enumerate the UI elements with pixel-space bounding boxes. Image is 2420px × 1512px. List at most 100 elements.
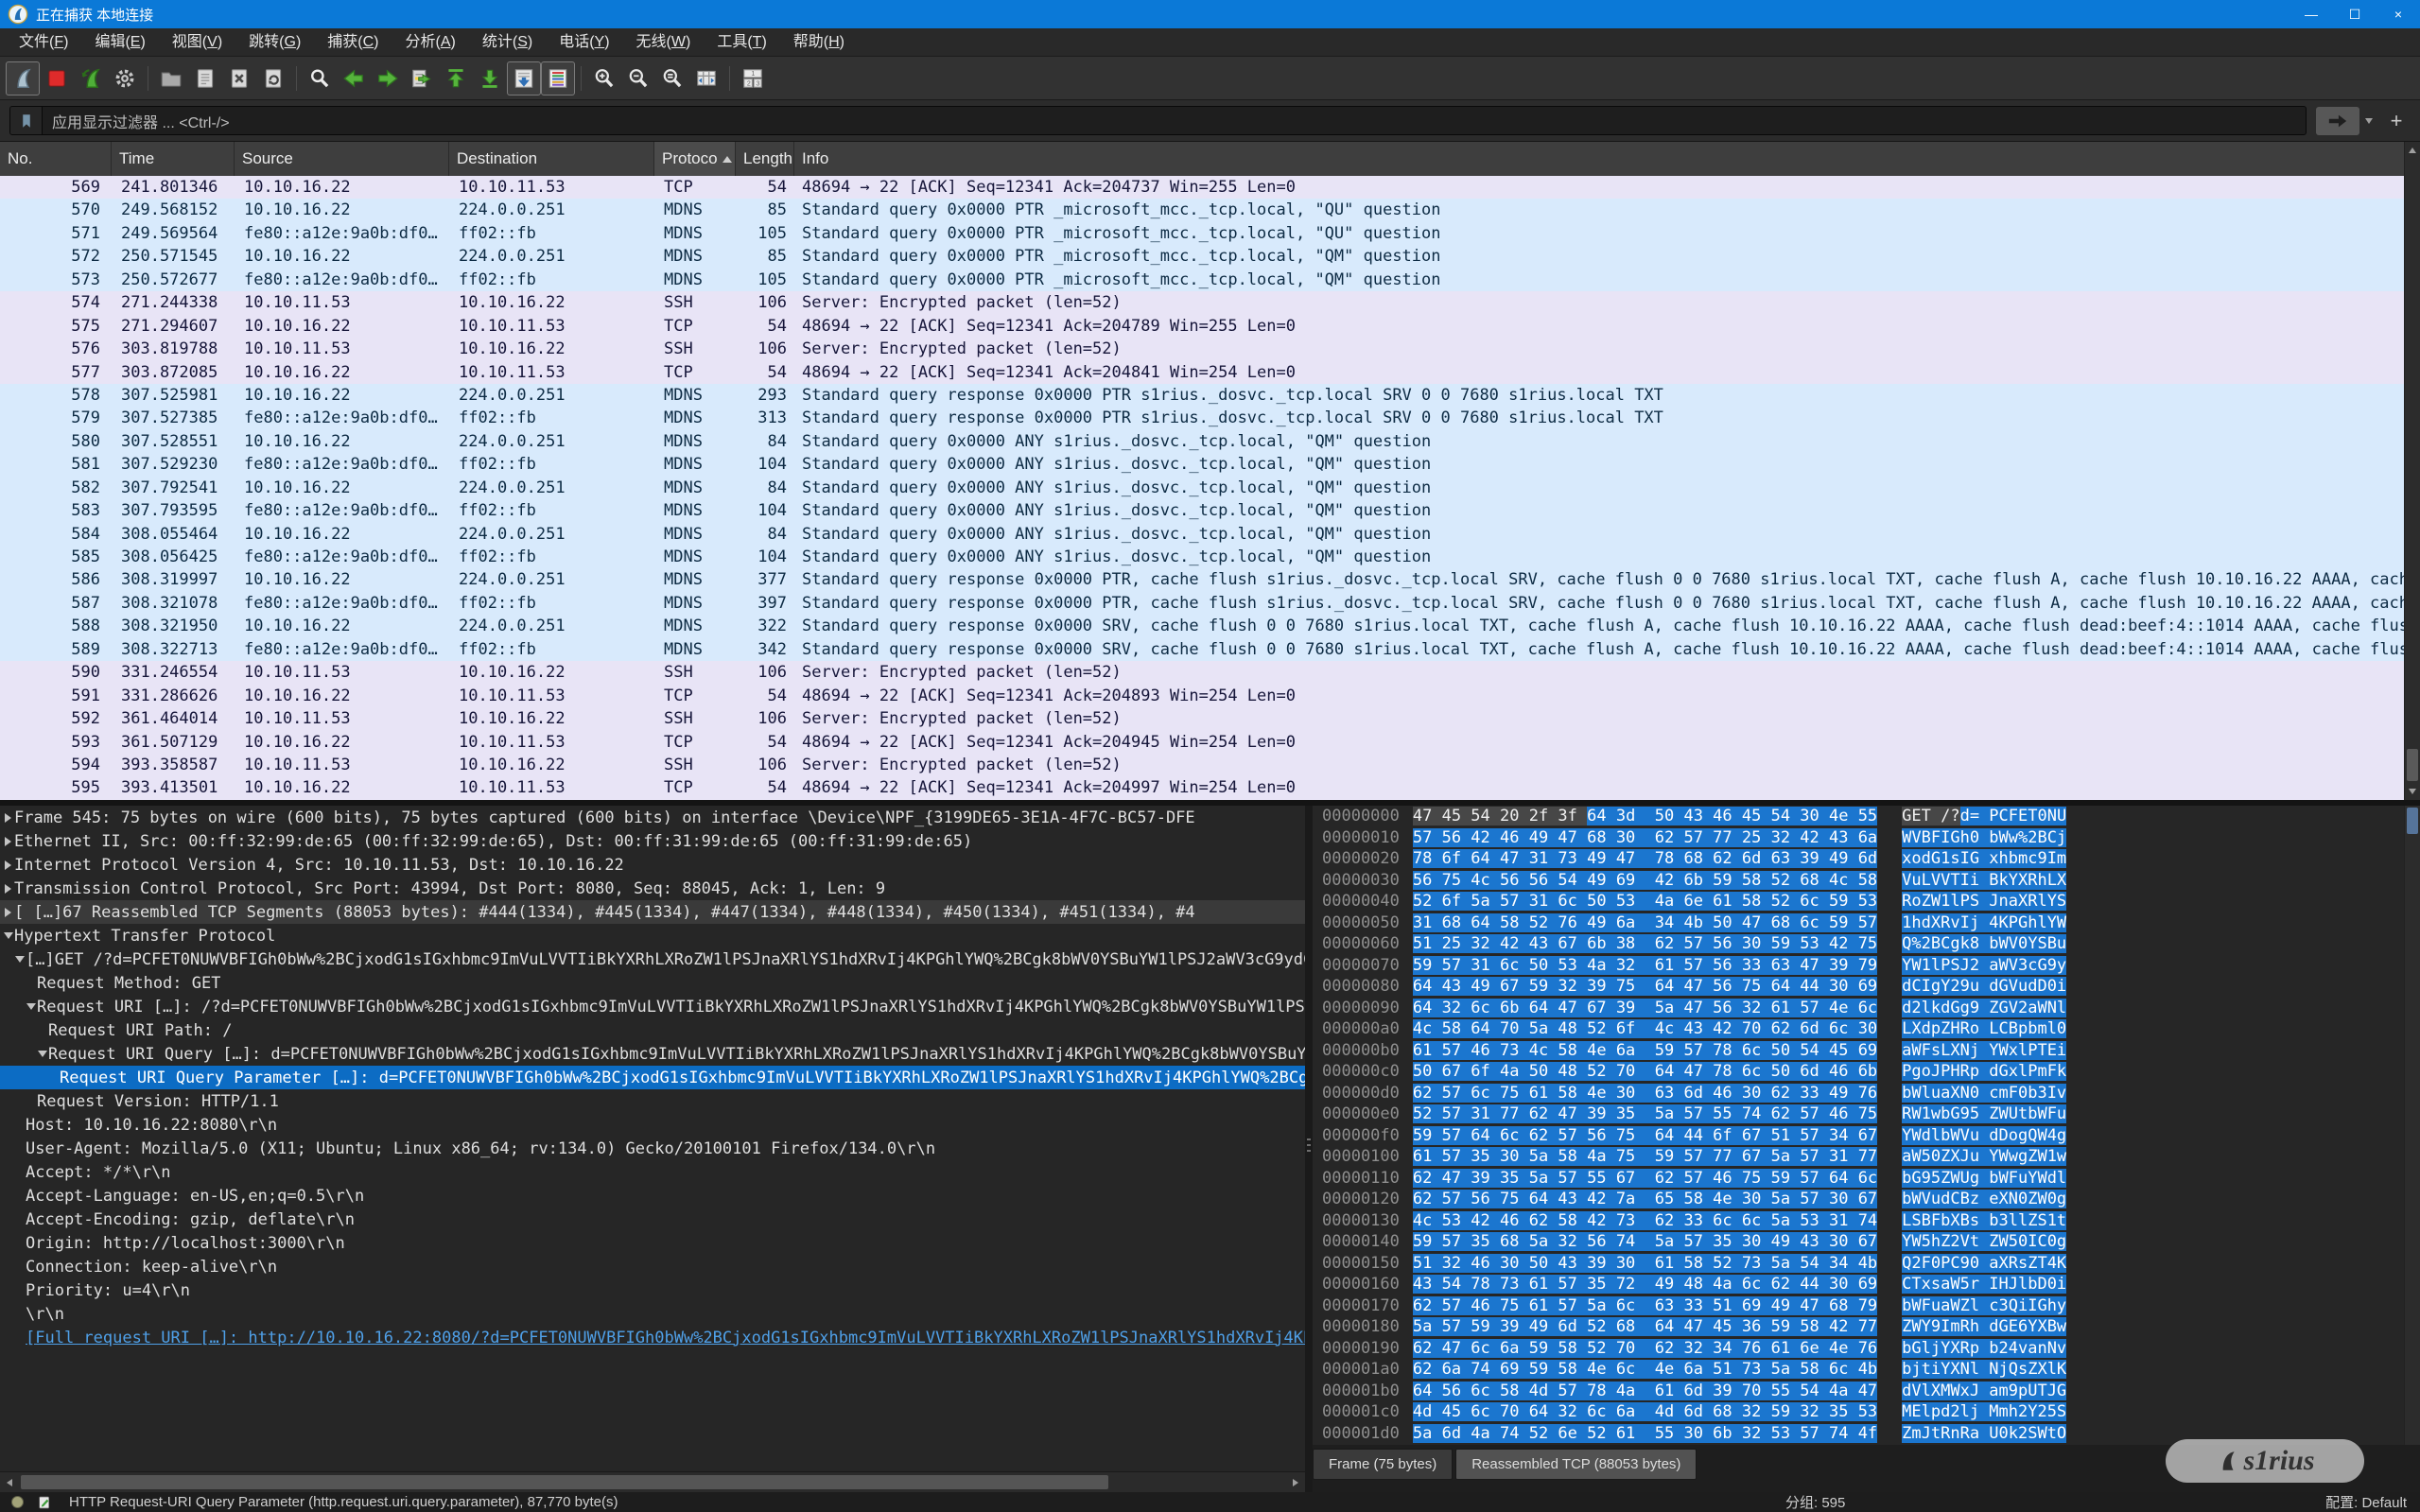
- hex-ascii[interactable]: ZmJtRnRa U0k2SWtO: [1902, 1424, 2066, 1443]
- hex-bytes[interactable]: 4d 45 6c 70 64 32 6c 6a 4d 6d 68 32 59 3…: [1413, 1402, 1877, 1421]
- hex-row-00000030[interactable]: 0000003056 75 4c 56 56 54 49 69 42 6b 59…: [1322, 870, 2404, 892]
- detail-line-20[interactable]: Priority: u=4\r\n: [0, 1278, 1305, 1302]
- hex-row-000000a0[interactable]: 000000a04c 58 64 70 5a 48 52 6f 4c 43 42…: [1322, 1018, 2404, 1040]
- hex-bytes[interactable]: 5a 57 59 39 49 6d 52 68 64 47 45 36 59 5…: [1413, 1317, 1877, 1336]
- expander-closed-icon[interactable]: [5, 813, 11, 823]
- packet-row-571[interactable]: 571249.569564fe80::a12e:9a0b:df0…ff02::f…: [0, 222, 2404, 245]
- hex-row-00000090[interactable]: 0000009064 32 6c 6b 64 47 67 39 5a 47 56…: [1322, 998, 2404, 1019]
- expander-open-icon[interactable]: [26, 1003, 36, 1010]
- go-last-button[interactable]: [473, 61, 507, 96]
- hex-bytes[interactable]: 62 47 6c 6a 59 58 52 70 62 32 34 76 61 6…: [1413, 1339, 1877, 1358]
- hex-bytes[interactable]: 78 6f 64 47 31 73 49 47 78 68 62 6d 63 3…: [1413, 849, 1877, 868]
- hex-bytes[interactable]: 64 56 6c 58 4d 57 78 4a 61 6d 39 70 55 5…: [1413, 1382, 1877, 1400]
- hex-row-00000180[interactable]: 000001805a 57 59 39 49 6d 52 68 64 47 45…: [1322, 1316, 2404, 1338]
- hex-row-00000120[interactable]: 0000012062 57 56 75 64 43 42 7a 65 58 4e…: [1322, 1189, 2404, 1210]
- detail-line-2[interactable]: Internet Protocol Version 4, Src: 10.10.…: [0, 853, 1305, 877]
- reload-file-button[interactable]: [256, 61, 290, 96]
- hex-ascii[interactable]: YWdlbWVu dDogQW4g: [1902, 1126, 2066, 1145]
- zoom-in-button[interactable]: [587, 61, 621, 96]
- scroll-up-button[interactable]: [2405, 142, 2420, 159]
- packet-row-583[interactable]: 583307.793595fe80::a12e:9a0b:df0…ff02::f…: [0, 499, 2404, 522]
- hex-bytes[interactable]: 59 57 35 68 5a 32 56 74 5a 57 35 30 49 4…: [1413, 1232, 1877, 1251]
- hex-row-00000130[interactable]: 000001304c 53 42 46 62 58 42 73 62 33 6c…: [1322, 1210, 2404, 1232]
- scroll-down-button[interactable]: [2405, 783, 2420, 800]
- hex-bytes[interactable]: 62 57 56 75 64 43 42 7a 65 58 4e 30 5a 5…: [1413, 1190, 1877, 1208]
- hex-row-00000000[interactable]: 0000000047 45 54 20 2f 3f 64 3d 50 43 46…: [1322, 806, 2404, 827]
- go-first-button[interactable]: [439, 61, 473, 96]
- hex-row-00000100[interactable]: 0000010061 57 35 30 5a 58 4a 75 59 57 77…: [1322, 1146, 2404, 1168]
- go-forward-button[interactable]: [371, 61, 405, 96]
- menu-statistics[interactable]: 统计(S): [469, 28, 546, 57]
- detail-line-22[interactable]: [Full request URI […]: http://10.10.16.2…: [0, 1326, 1305, 1349]
- hex-ascii[interactable]: d2lkdGg9 ZGV2aWNl: [1902, 999, 2066, 1017]
- hex-row-00000040[interactable]: 0000004052 6f 5a 57 31 6c 50 53 4a 6e 61…: [1322, 891, 2404, 912]
- hex-bytes[interactable]: 50 67 6f 4a 50 48 52 70 64 47 78 6c 50 6…: [1413, 1062, 1877, 1081]
- hex-ascii[interactable]: ZWY9ImRh dGE6YXBw: [1902, 1317, 2066, 1336]
- detail-line-18[interactable]: Origin: http://localhost:3000\r\n: [0, 1231, 1305, 1255]
- hex-ascii[interactable]: 1hdXRvIj 4KPGhlYW: [1902, 913, 2066, 932]
- packet-row-577[interactable]: 577303.87208510.10.16.2210.10.11.53TCP54…: [0, 361, 2404, 384]
- hex-row-000000f0[interactable]: 000000f059 57 64 6c 62 57 56 75 64 44 6f…: [1322, 1125, 2404, 1147]
- hex-ascii[interactable]: dVlXMWxJ am9pUTJG: [1902, 1382, 2066, 1400]
- hex-ascii[interactable]: bG95ZWUg bWFuYWdl: [1902, 1169, 2066, 1188]
- detail-line-12[interactable]: Request Version: HTTP/1.1: [0, 1089, 1305, 1113]
- filter-bookmark-button[interactable]: [10, 107, 43, 134]
- packet-row-595[interactable]: 595393.41350110.10.16.2210.10.11.53TCP54…: [0, 776, 2404, 799]
- expert-info-icon[interactable]: [11, 1496, 24, 1508]
- detail-line-6[interactable]: […]GET /?d=PCFET0NUWVBFIGh0bWw%2BCjxodG1…: [0, 947, 1305, 971]
- hex-row-00000110[interactable]: 0000011062 47 39 35 5a 57 55 67 62 57 46…: [1322, 1168, 2404, 1190]
- scrollbar-thumb[interactable]: [21, 1475, 1108, 1489]
- hex-bytes[interactable]: 62 57 6c 75 61 58 4e 30 63 6d 46 30 62 3…: [1413, 1084, 1877, 1103]
- scroll-left-button[interactable]: [0, 1472, 19, 1493]
- hex-bytes[interactable]: 64 43 49 67 59 32 39 75 64 47 56 75 64 4…: [1413, 977, 1877, 996]
- hex-row-00000160[interactable]: 0000016043 54 78 73 61 57 35 72 49 48 4a…: [1322, 1274, 2404, 1295]
- find-packet-button[interactable]: [303, 61, 337, 96]
- hex-row-00000050[interactable]: 0000005031 68 64 58 52 76 49 6a 34 4b 50…: [1322, 912, 2404, 934]
- hex-bytes[interactable]: 51 25 32 42 43 67 6b 38 62 57 56 30 59 5…: [1413, 934, 1877, 953]
- hex-bytes[interactable]: 57 56 42 46 49 47 68 30 62 57 77 25 32 4…: [1413, 828, 1877, 847]
- packet-row-573[interactable]: 573250.572677fe80::a12e:9a0b:df0…ff02::f…: [0, 269, 2404, 291]
- packet-row-576[interactable]: 576303.81978810.10.11.5310.10.16.22SSH10…: [0, 338, 2404, 360]
- open-file-button[interactable]: [154, 61, 188, 96]
- packet-row-589[interactable]: 589308.322713fe80::a12e:9a0b:df0…ff02::f…: [0, 638, 2404, 661]
- hex-ascii[interactable]: xodG1sIG xhbmc9Im: [1902, 849, 2066, 868]
- hex-ascii[interactable]: RW1wbG95 ZWUtbWFu: [1902, 1104, 2066, 1123]
- filter-dropdown-caret[interactable]: [2359, 107, 2378, 135]
- hex-ascii[interactable]: bWFuaWZl c3QiIGhy: [1902, 1296, 2066, 1315]
- hex-bytes[interactable]: 59 57 31 6c 50 53 4a 32 61 57 56 33 63 4…: [1413, 956, 1877, 975]
- menu-go[interactable]: 跳转(G): [235, 28, 314, 57]
- hex-ascii[interactable]: CTxsaW5r IHJlbD0i: [1902, 1275, 2066, 1294]
- expander-closed-icon[interactable]: [5, 884, 11, 894]
- packet-row-585[interactable]: 585308.056425fe80::a12e:9a0b:df0…ff02::f…: [0, 546, 2404, 568]
- hex-ascii[interactable]: bWluaXN0 cmF0b3Iv: [1902, 1084, 2066, 1103]
- expander-open-icon[interactable]: [4, 932, 13, 939]
- detail-line-3[interactable]: Transmission Control Protocol, Src Port:…: [0, 877, 1305, 900]
- close-button[interactable]: ×: [2376, 0, 2420, 28]
- hex-ascii[interactable]: aW50ZXJu YWwgZW1w: [1902, 1147, 2066, 1166]
- hex-ascii[interactable]: VuLVVTIi BkYXRhLX: [1902, 871, 2066, 890]
- packet-row-574[interactable]: 574271.24433810.10.11.5310.10.16.22SSH10…: [0, 291, 2404, 314]
- hex-ascii[interactable]: aWFsLXNj YWxlPTEi: [1902, 1041, 2066, 1060]
- expander-closed-icon[interactable]: [5, 837, 11, 846]
- hex-row-00000070[interactable]: 0000007059 57 31 6c 50 53 4a 32 61 57 56…: [1322, 955, 2404, 977]
- hex-row-000000c0[interactable]: 000000c050 67 6f 4a 50 48 52 70 64 47 78…: [1322, 1061, 2404, 1083]
- expander-open-icon[interactable]: [15, 956, 25, 963]
- hex-scrollbar[interactable]: [2404, 806, 2420, 1445]
- hex-bytes[interactable]: 62 47 39 35 5a 57 55 67 62 57 46 75 59 5…: [1413, 1169, 1877, 1188]
- hex-ascii[interactable]: GET /?d= PCFET0NU: [1902, 807, 2066, 826]
- menu-help[interactable]: 帮助(H): [780, 28, 858, 57]
- column-header-time[interactable]: Time: [112, 142, 235, 176]
- menu-tools[interactable]: 工具(T): [704, 28, 779, 57]
- hex-bytes[interactable]: 62 57 46 75 61 57 5a 6c 63 33 51 69 49 4…: [1413, 1296, 1877, 1315]
- detail-line-14[interactable]: User-Agent: Mozilla/5.0 (X11; Ubuntu; Li…: [0, 1137, 1305, 1160]
- menu-edit[interactable]: 编辑(E): [81, 28, 158, 57]
- hex-bytes[interactable]: 52 6f 5a 57 31 6c 50 53 4a 6e 61 58 52 6…: [1413, 892, 1877, 911]
- column-header-length[interactable]: Length: [736, 142, 794, 176]
- pane-splitter-vertical[interactable]: [1305, 806, 1313, 1492]
- detail-line-15[interactable]: Accept: */*\r\n: [0, 1160, 1305, 1184]
- hex-ascii[interactable]: RoZW1lPS JnaXRlYS: [1902, 892, 2066, 911]
- detail-line-0[interactable]: Frame 545: 75 bytes on wire (600 bits), …: [0, 806, 1305, 829]
- hex-row-00000060[interactable]: 0000006051 25 32 42 43 67 6b 38 62 57 56…: [1322, 933, 2404, 955]
- auto-scroll-button[interactable]: [507, 61, 541, 96]
- detail-line-8[interactable]: Request URI […]: /?d=PCFET0NUWVBFIGh0bWw…: [0, 995, 1305, 1018]
